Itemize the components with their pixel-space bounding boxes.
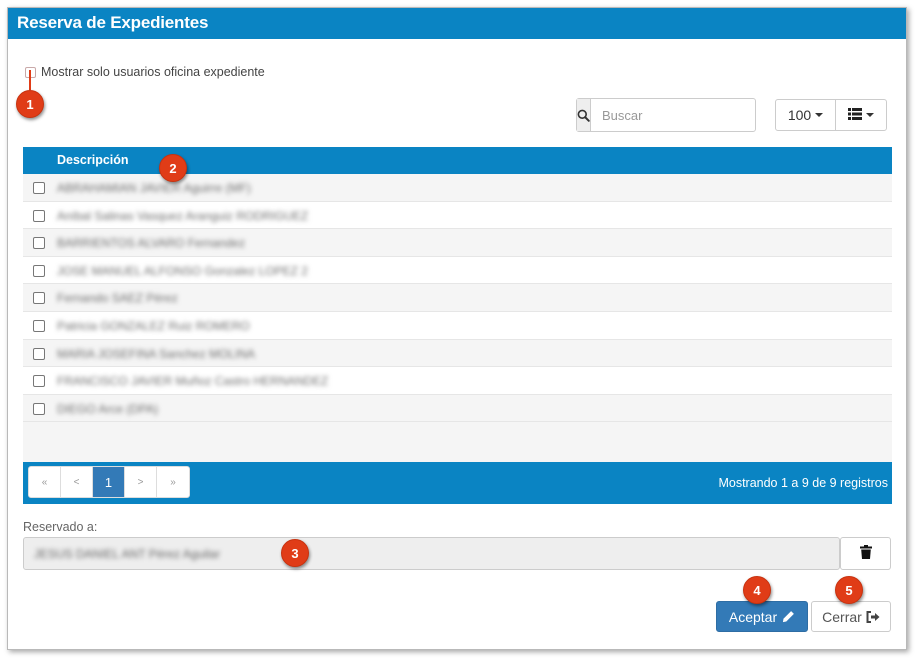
reserva-expedientes-dialog: Reserva de Expedientes Mostrar solo usua…	[7, 7, 907, 650]
callout-badge-3: 3	[281, 539, 309, 567]
reserved-field: JESUS DANIEL ANT Pérez Aguilar	[23, 537, 840, 570]
row-description: BARRIENTOS ALVARO Fernandez	[57, 236, 246, 251]
sign-out-icon	[866, 610, 880, 623]
table-header: Descripción	[23, 147, 892, 174]
page-size-dropdown[interactable]: 100	[775, 99, 836, 131]
page-last-button[interactable]: »	[157, 467, 189, 497]
close-button[interactable]: Cerrar	[811, 601, 891, 632]
list-icon	[848, 107, 862, 123]
row-checkbox[interactable]	[33, 209, 45, 222]
reserved-value: JESUS DANIEL ANT Pérez Aguilar	[34, 547, 221, 561]
row-description: ABRAHAMIAN JAVIER Aguirre (MF)	[57, 181, 251, 195]
pagination: « < 1 > »	[28, 466, 190, 498]
row-checkbox[interactable]	[33, 347, 45, 360]
row-checkbox[interactable]	[33, 182, 45, 194]
page-next-button[interactable]: >	[125, 467, 157, 497]
filter-office-users-label: Mostrar solo usuarios oficina expediente	[41, 65, 265, 79]
page-size-value: 100	[787, 107, 812, 123]
table-row[interactable]: BARRIENTOS ALVARO Fernandez	[23, 229, 892, 257]
filter-office-users[interactable]: Mostrar solo usuarios oficina expediente	[25, 65, 265, 79]
callout-badge-2: 2	[159, 154, 187, 182]
page-first-button[interactable]: «	[29, 467, 61, 497]
table-row[interactable]: FRANCISCO JAVIER Muñoz Castro HERNANDEZ	[23, 367, 892, 395]
clear-reserved-button[interactable]	[840, 537, 891, 570]
row-description: MARIA JOSEFINA Sanchez MOLINA	[57, 346, 256, 361]
row-checkbox[interactable]	[33, 375, 45, 388]
row-description: FRANCISCO JAVIER Muñoz Castro HERNANDEZ	[57, 374, 329, 389]
search-box	[576, 98, 778, 132]
row-checkbox[interactable]	[33, 402, 45, 415]
row-checkbox[interactable]	[33, 264, 45, 277]
page-prev-button[interactable]: <	[61, 467, 93, 497]
close-label: Cerrar	[822, 608, 862, 625]
pencil-icon	[782, 610, 795, 623]
table-row[interactable]: DIEGO Arce (DPA)	[23, 394, 892, 423]
records-summary: Mostrando 1 a 9 de 9 registros	[718, 476, 888, 490]
accept-button[interactable]: Aceptar	[716, 601, 808, 632]
table-row[interactable]: JOSE MANUEL ALFONSO Gonzalez LOPEZ 2	[23, 257, 892, 285]
callout-badge-1: 1	[16, 90, 44, 118]
table-empty-space	[23, 422, 892, 463]
row-checkbox[interactable]	[33, 292, 45, 305]
table-row[interactable]: Aníbal Salinas Vasquez Aranguiz RODRIGUE…	[23, 202, 892, 230]
expedientes-table: Descripción ABRAHAMIAN JAVIER Aguirre (M…	[23, 147, 892, 463]
pagination-bar: « < 1 > » Mostrando 1 a 9 de 9 registros	[23, 462, 892, 504]
page-current-button[interactable]: 1	[93, 467, 125, 497]
search-icon	[577, 99, 591, 131]
table-row[interactable]: MARIA JOSEFINA Sanchez MOLINA	[23, 339, 892, 368]
chevron-down-icon	[866, 113, 874, 117]
row-description: Aníbal Salinas Vasquez Aranguiz RODRIGUE…	[57, 208, 309, 223]
dialog-titlebar: Reserva de Expedientes	[8, 8, 906, 39]
trash-icon	[859, 545, 872, 562]
chevron-down-icon	[815, 113, 824, 117]
row-description: DIEGO Arce (DPA)	[57, 401, 159, 416]
table-row[interactable]: Patricia GONZALEZ Ruiz ROMERO	[23, 312, 892, 340]
callout-badge-4: 4	[743, 576, 771, 604]
row-description: JOSE MANUEL ALFONSO Gonzalez LOPEZ 2	[57, 263, 308, 278]
callout-leader	[29, 70, 31, 90]
row-checkbox[interactable]	[33, 237, 45, 250]
row-description: Fernando SAEZ Pérez	[57, 291, 178, 306]
reserved-label: Reservado a:	[23, 520, 98, 534]
dialog-title: Reserva de Expedientes	[17, 13, 209, 32]
table-row[interactable]: Fernando SAEZ Pérez	[23, 284, 892, 312]
callout-badge-5: 5	[835, 576, 863, 604]
row-checkbox[interactable]	[33, 319, 45, 332]
table-row[interactable]: ABRAHAMIAN JAVIER Aguirre (MF)	[23, 174, 892, 202]
column-header-descripcion[interactable]: Descripción	[57, 153, 129, 167]
accept-label: Aceptar	[728, 608, 778, 625]
columns-toggle-button[interactable]	[835, 99, 887, 131]
search-input[interactable]	[591, 99, 778, 131]
row-description: Patricia GONZALEZ Ruiz ROMERO	[57, 318, 250, 333]
